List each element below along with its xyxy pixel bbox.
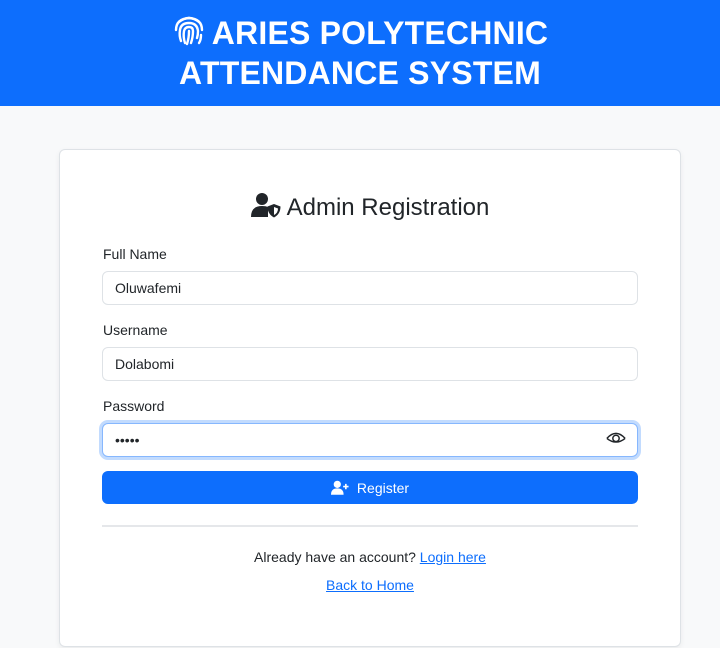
- form-title-text: Admin Registration: [286, 194, 490, 221]
- password-toggle-button[interactable]: [602, 429, 630, 451]
- header-title-wrap: ARIES POLYTECHNIC ATTENDANCE SYSTEM: [60, 13, 660, 93]
- divider: [102, 525, 638, 527]
- username-input[interactable]: [102, 347, 638, 381]
- login-link[interactable]: Login here: [420, 549, 486, 565]
- password-label: Password: [103, 398, 165, 414]
- login-prompt: Already have an account?: [254, 549, 416, 565]
- eye-icon: [606, 430, 626, 450]
- back-to-home-link[interactable]: Back to Home: [326, 577, 414, 593]
- registration-card: Admin Registration Full Name Username Pa…: [59, 149, 681, 647]
- register-button[interactable]: Register: [102, 471, 638, 504]
- page-title: ARIES POLYTECHNIC ATTENDANCE SYSTEM: [179, 15, 549, 91]
- form-title: Admin Registration: [60, 192, 680, 223]
- password-input[interactable]: [102, 423, 638, 457]
- full-name-input[interactable]: [102, 271, 638, 305]
- user-plus-icon: [330, 480, 357, 495]
- login-prompt-line: Already have an account? Login here: [60, 548, 680, 566]
- username-label: Username: [103, 322, 168, 338]
- user-shield-icon: [250, 192, 281, 218]
- fingerprint-icon: [172, 13, 206, 47]
- app-header: ARIES POLYTECHNIC ATTENDANCE SYSTEM: [0, 0, 720, 106]
- home-link-line: Back to Home: [60, 576, 680, 594]
- register-label: Register: [356, 479, 410, 496]
- full-name-label: Full Name: [103, 246, 167, 262]
